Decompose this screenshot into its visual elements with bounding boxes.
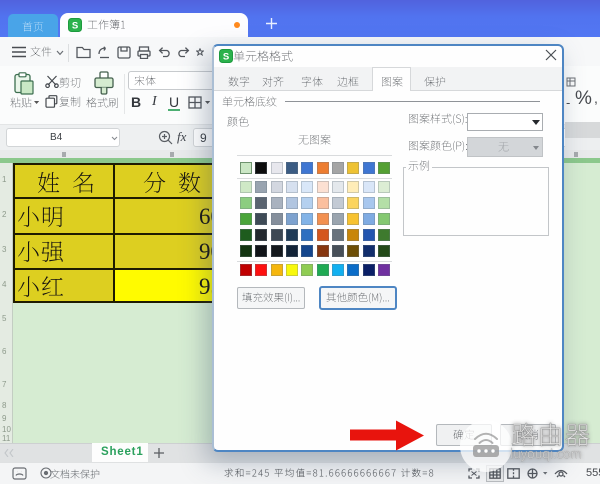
svg-text:S: S [72,20,78,31]
svg-text:S: S [223,51,229,62]
